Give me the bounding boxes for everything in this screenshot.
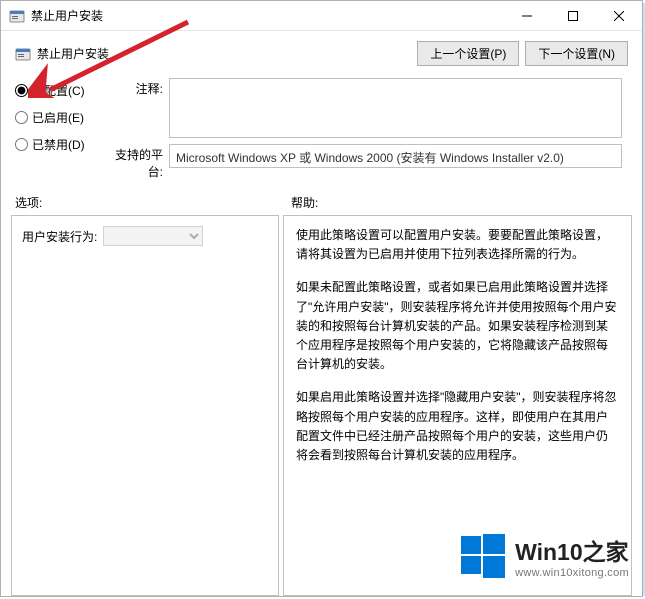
titlebar: 禁止用户安装 — [1, 1, 642, 31]
maximize-button[interactable] — [550, 1, 596, 30]
help-header: 帮助: — [291, 194, 628, 211]
radio-not-configured-input[interactable] — [15, 84, 28, 97]
radio-enabled[interactable]: 已启用(E) — [15, 109, 101, 126]
policy-icon — [15, 46, 31, 62]
policy-dialog: 禁止用户安装 禁止用户安装 上一个设置(P) 下一个设置(N) — [0, 0, 643, 597]
prev-setting-button[interactable]: 上一个设置(P) — [417, 41, 519, 66]
radio-enabled-label: 已启用(E) — [32, 109, 84, 126]
radio-disabled[interactable]: 已禁用(D) — [15, 136, 101, 153]
comment-field[interactable] — [169, 78, 622, 138]
state-radio-group: 未配置(C) 已启用(E) 已禁用(D) — [15, 78, 101, 153]
radio-not-configured-label: 未配置(C) — [32, 82, 85, 99]
radio-not-configured[interactable]: 未配置(C) — [15, 82, 101, 99]
minimize-icon — [522, 11, 532, 21]
user-install-behavior-label: 用户安装行为: — [22, 228, 97, 245]
platform-field: Microsoft Windows XP 或 Windows 2000 (安装有… — [169, 144, 622, 168]
maximize-icon — [568, 11, 578, 21]
minimize-button[interactable] — [504, 1, 550, 30]
radio-disabled-label: 已禁用(D) — [32, 136, 85, 153]
help-paragraph-3: 如果启用此策略设置并选择"隐藏用户安装"，则安装程序将忽略按照每个用户安装的应用… — [296, 388, 619, 465]
subheader-title: 禁止用户安装 — [37, 45, 109, 62]
watermark-title: Win10之家 — [515, 533, 629, 567]
radio-enabled-input[interactable] — [15, 111, 28, 124]
help-paragraph-1: 使用此策略设置可以配置用户安装。要要配置此策略设置，请将其设置为已启用并使用下拉… — [296, 226, 619, 264]
options-panel: 用户安装行为: — [11, 215, 279, 596]
comment-label: 注释: — [101, 78, 163, 97]
mid-labels: 选项: 帮助: — [1, 180, 642, 215]
help-paragraph-2: 如果未配置此策略设置，或者如果已启用此策略设置并选择了"允许用户安装"，则安装程… — [296, 278, 619, 374]
subheader: 禁止用户安装 上一个设置(P) 下一个设置(N) — [1, 31, 642, 72]
policy-icon — [9, 8, 25, 24]
next-setting-button[interactable]: 下一个设置(N) — [525, 41, 628, 66]
close-button[interactable] — [596, 1, 642, 30]
platform-label: 支持的平台: — [101, 144, 163, 180]
config-area: 未配置(C) 已启用(E) 已禁用(D) 注释: 支持的平台: — [1, 72, 642, 180]
windows-logo-icon — [461, 534, 505, 578]
window-title: 禁止用户安装 — [31, 7, 103, 24]
nav-buttons: 上一个设置(P) 下一个设置(N) — [417, 41, 628, 66]
user-install-behavior-select — [103, 226, 203, 246]
options-header: 选项: — [15, 194, 291, 211]
window-controls — [504, 1, 642, 30]
watermark: Win10之家 www.win10xitong.com — [461, 533, 629, 579]
radio-disabled-input[interactable] — [15, 138, 28, 151]
watermark-url: www.win10xitong.com — [515, 567, 629, 579]
close-icon — [614, 11, 624, 21]
